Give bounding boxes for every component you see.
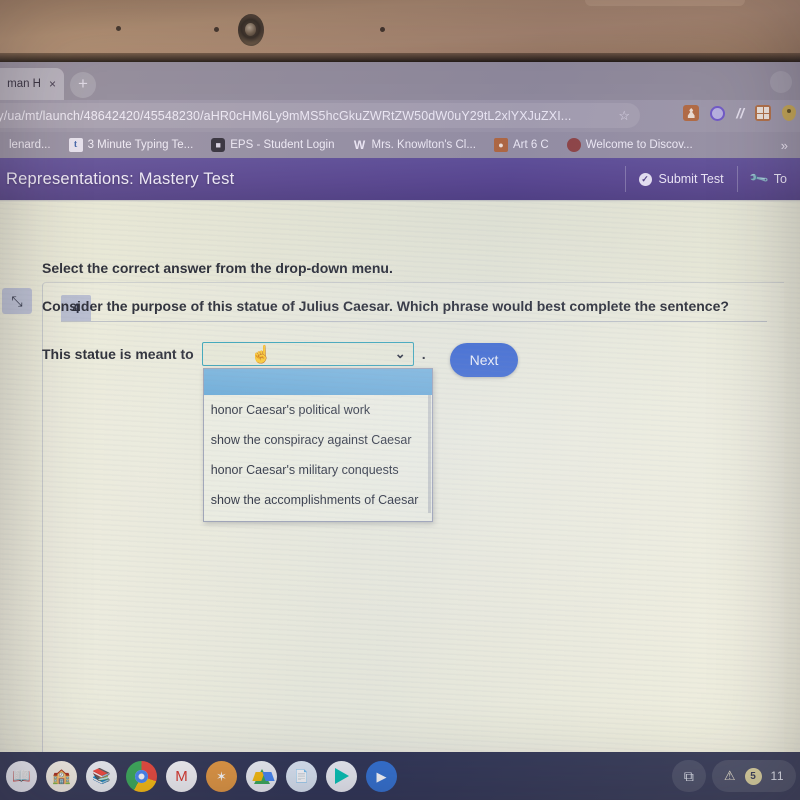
close-icon[interactable]: × [49, 77, 56, 91]
bookmark-item-lenard[interactable]: lenard... [0, 139, 60, 151]
extension-slash-icon[interactable]: // [736, 105, 744, 121]
bookmark-item-eps[interactable]: ■ EPS - Student Login [202, 138, 343, 152]
eps-site-icon: ■ [211, 138, 226, 152]
prompt-part-2: complete the sentence? [565, 298, 729, 314]
bookmark-item-typing[interactable]: t 3 Minute Typing Te... [60, 138, 203, 152]
app-header: Representations: Mastery Test ✓ Submit T… [0, 158, 800, 200]
discovery-site-icon [566, 138, 581, 152]
address-bar[interactable]: livery/ua/mt/launch/48642420/45548230/aH… [0, 103, 640, 128]
answer-row: This statue is meant to ⌄ ☝ honor Caesar… [42, 342, 433, 522]
bookmarks-bar: lenard... t 3 Minute Typing Te... ■ EPS … [0, 132, 800, 158]
submit-test-button[interactable]: ✓ Submit Test [624, 166, 737, 192]
bookmark-label: Art 6 C [512, 139, 549, 151]
bookmark-label: Mrs. Knowlton's Cl... [371, 139, 476, 151]
typing-site-icon: t [68, 138, 83, 152]
omnibox-extension-icons: // [683, 105, 796, 121]
sentence-prefix: This statue is meant to [42, 346, 194, 362]
new-tab-button[interactable]: + [70, 72, 96, 98]
bookmark-star-icon[interactable]: ☆ [618, 108, 630, 124]
screen-area: man H × + livery/ua/mt/launch/48642420/4… [0, 62, 800, 800]
chromeos-shelf: 📖 🏫 📚 M ✶ 📄 ▶ ⧉ ⚠ 5 11 [0, 752, 800, 800]
gmail-app-icon[interactable]: M [166, 760, 197, 792]
chrome-app-icon[interactable] [126, 760, 157, 792]
bookmark-label: 3 Minute Typing Te... [87, 139, 194, 151]
bookmark-label: Welcome to Discov... [585, 139, 693, 151]
prompt-part-1: Consider the purpose of this statue of J… [42, 298, 537, 314]
question-divider [61, 321, 767, 322]
answer-dropdown-select[interactable]: ⌄ ☝ honor Caesar's political work show t… [201, 342, 433, 522]
dropdown-option-accomplishments[interactable]: show the accomplishments of Caesar [204, 485, 432, 515]
bezel-mic-dot-left [116, 26, 121, 31]
dropdown-option-blank[interactable] [203, 369, 432, 395]
expand-fullscreen-button[interactable]: ⤡ [2, 288, 32, 314]
system-status-tray[interactable]: ⚠ 5 11 [711, 760, 796, 792]
warning-triangle-icon: ⚠ [723, 768, 736, 783]
test-page-body: ⤡ 4 Select the correct answer from the d… [0, 200, 800, 800]
extension-grid-icon[interactable] [755, 105, 771, 121]
browser-tab-strip: man H × + [0, 62, 800, 100]
bookmark-label: EPS - Student Login [230, 139, 335, 151]
check-circle-icon: ✓ [638, 172, 652, 186]
w-site-icon: W [353, 138, 366, 152]
browser-tab-title: man H [7, 78, 41, 90]
tools-button[interactable]: 🔧 To [736, 166, 800, 192]
bezel-shadow [0, 53, 800, 62]
question-instruction: Select the correct answer from the drop-… [42, 260, 393, 276]
bookmark-item-discovery[interactable]: Welcome to Discov... [558, 138, 702, 152]
chevron-down-icon: ⌄ [394, 346, 406, 361]
bezel-notch [585, 0, 745, 6]
wrench-icon: 🔧 [747, 167, 770, 190]
bezel-mic-dot-mid [214, 27, 219, 32]
video-app-icon[interactable]: ▶ [366, 760, 397, 792]
bookmark-label: lenard... [9, 139, 51, 151]
window-controls[interactable] [770, 71, 792, 93]
next-button[interactable]: Next [450, 343, 518, 377]
bookmark-item-art6c[interactable]: ● Art 6 C [485, 138, 558, 152]
extension-circle-icon[interactable] [710, 105, 726, 121]
webcam-icon [238, 14, 264, 46]
profile-icon[interactable] [683, 105, 700, 121]
url-text: livery/ua/mt/launch/48642420/45548230/aH… [0, 108, 572, 123]
submit-test-label: Submit Test [658, 172, 724, 186]
mouse-cursor-icon: ☝ [250, 345, 272, 364]
slides-app-icon[interactable]: ✶ [206, 760, 237, 792]
laptop-screen-photo: man H × + livery/ua/mt/launch/48642420/4… [0, 0, 800, 800]
sentence-suffix: . [421, 346, 426, 362]
bezel-mic-dot-right [380, 27, 385, 32]
omnibox-row: livery/ua/mt/launch/48642420/45548230/aH… [0, 100, 800, 132]
browser-tab[interactable]: man H × [0, 68, 64, 100]
app-header-actions: ✓ Submit Test 🔧 To [624, 158, 800, 200]
shelf-status-tray: ⧉ ⚠ 5 11 [671, 760, 796, 792]
shelf-app-list: 📖 🏫 📚 M ✶ 📄 ▶ [0, 760, 397, 792]
laptop-bezel [0, 0, 800, 62]
battery-badge: 5 [744, 767, 762, 785]
screenshot-tray-button[interactable]: ⧉ [671, 760, 706, 792]
art-site-icon: ● [493, 138, 508, 152]
tools-label: To [773, 172, 787, 186]
page-title: Representations: Mastery Test [6, 169, 235, 188]
dropdown-option-political[interactable]: honor Caesar's political work [204, 395, 432, 425]
screen-capture-icon: ⧉ [683, 767, 694, 784]
books-app-icon[interactable]: 📖 [6, 760, 37, 792]
page-top-divider [0, 200, 800, 202]
dropdown-options-list[interactable]: honor Caesar's political work show the c… [202, 368, 433, 522]
bookmark-item-knowlton[interactable]: W Mrs. Knowlton's Cl... [343, 138, 484, 152]
dropdown-option-conspiracy[interactable]: show the conspiracy against Caesar [204, 425, 432, 455]
clock-label: 11 [770, 769, 784, 783]
extension-pin-icon[interactable] [782, 105, 796, 121]
question-prompt: Consider the purpose of this statue of J… [42, 298, 729, 314]
prompt-emphasis: best [536, 298, 566, 314]
bookmarks-overflow-icon[interactable]: » [781, 138, 788, 153]
reading-app-icon[interactable]: 📚 [86, 760, 117, 792]
drive-app-icon[interactable] [246, 760, 277, 792]
classroom-app-icon[interactable]: 🏫 [46, 760, 77, 792]
docs-app-icon[interactable]: 📄 [286, 760, 317, 792]
play-store-app-icon[interactable] [326, 760, 357, 792]
dropdown-scrollbar[interactable] [427, 395, 431, 513]
dropdown-option-military[interactable]: honor Caesar's military conquests [204, 455, 432, 485]
